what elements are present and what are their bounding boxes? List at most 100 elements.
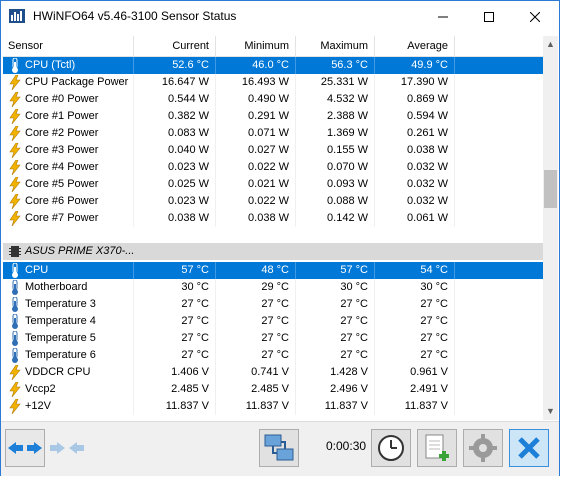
cell-sensor: Core #1 Power xyxy=(3,108,134,125)
table-row[interactable]: CPU (Tctl) 52.6 °C 46.0 °C 56.3 °C 49.9 °C xyxy=(3,57,543,74)
cell-minimum: 0.490 W xyxy=(216,91,296,108)
column-header-maximum[interactable]: Maximum xyxy=(296,36,375,56)
cell-average: 0.032 W xyxy=(375,176,455,193)
cell-sensor: Temperature 5 xyxy=(3,330,134,347)
table-row[interactable]: Core #2 Power 0.083 W 0.071 W 1.369 W 0.261 … xyxy=(3,125,543,142)
table-row[interactable]: Core #7 Power 0.038 W 0.038 W 0.142 W 0.061 … xyxy=(3,210,543,227)
close-x-icon xyxy=(518,437,540,459)
scroll-down-arrow-icon[interactable]: ▼ xyxy=(543,403,558,420)
cell-current: 27 °C xyxy=(134,330,216,347)
cell-current: 0.038 W xyxy=(134,210,216,227)
cell-sensor: CPU xyxy=(3,262,134,279)
cell-maximum: 27 °C xyxy=(296,330,375,347)
close-sensors-button[interactable] xyxy=(509,429,549,467)
table-row[interactable]: CPU 57 °C 48 °C 57 °C 54 °C xyxy=(3,262,543,279)
cell-average: 0.594 W xyxy=(375,108,455,125)
table-row[interactable]: Temperature 3 27 °C 27 °C 27 °C 27 °C xyxy=(3,296,543,313)
table-row[interactable]: Core #5 Power 0.025 W 0.021 W 0.093 W 0.032 … xyxy=(3,176,543,193)
table-row[interactable]: Temperature 6 27 °C 27 °C 27 °C 27 °C xyxy=(3,347,543,364)
cell-maximum: 11.837 V xyxy=(296,398,375,415)
table-row[interactable]: Core #4 Power 0.023 W 0.022 W 0.070 W 0.032 … xyxy=(3,159,543,176)
title-bar: HWiNFO64 v5.46-3100 Sensor Status xyxy=(1,1,559,32)
cell-average: 49.9 °C xyxy=(375,57,455,74)
scrollbar-thumb[interactable] xyxy=(544,170,557,208)
app-icon xyxy=(9,9,25,23)
cell-sensor: Motherboard xyxy=(3,279,134,296)
table-row[interactable]: Core #6 Power 0.023 W 0.022 W 0.088 W 0.032 … xyxy=(3,193,543,210)
arrows-left-right-icon xyxy=(8,442,42,454)
cell-maximum: 0.093 W xyxy=(296,176,375,193)
cell-average: 11.837 V xyxy=(375,398,455,415)
cell-current: 30 °C xyxy=(134,279,216,296)
table-row[interactable]: Vccp2 2.485 V 2.485 V 2.496 V 2.491 V xyxy=(3,381,543,398)
cell-minimum: 0.022 W xyxy=(216,193,296,210)
cell-maximum: 57 °C xyxy=(296,262,375,279)
cell-maximum: 1.369 W xyxy=(296,125,375,142)
log-file-button[interactable] xyxy=(417,429,457,467)
cell-current: 27 °C xyxy=(134,313,216,330)
maximize-button[interactable] xyxy=(466,1,512,32)
cell-maximum: 25.331 W xyxy=(296,74,375,91)
cell-maximum: 2.388 W xyxy=(296,108,375,125)
cell-minimum: 0.741 V xyxy=(216,364,296,381)
cell-minimum: 27 °C xyxy=(216,347,296,364)
cell-current: 0.040 W xyxy=(134,142,216,159)
column-header-minimum[interactable]: Minimum xyxy=(216,36,296,56)
close-button[interactable] xyxy=(512,1,558,32)
minimize-button[interactable] xyxy=(420,1,466,32)
cell-sensor: Core #4 Power xyxy=(3,159,134,176)
chip-icon xyxy=(9,246,21,257)
clock-icon xyxy=(378,435,404,461)
cell-current: 11.837 V xyxy=(134,398,216,415)
cell-sensor: CPU (Tctl) xyxy=(3,57,134,74)
network-button[interactable] xyxy=(259,429,299,467)
network-icon xyxy=(264,434,294,461)
close-icon xyxy=(530,11,540,22)
cell-maximum: 56.3 °C xyxy=(296,57,375,74)
cell-average: 27 °C xyxy=(375,313,455,330)
table-row[interactable]: Core #3 Power 0.040 W 0.027 W 0.155 W 0.038 … xyxy=(3,142,543,159)
settings-button[interactable] xyxy=(463,429,503,467)
table-row[interactable]: +12V 11.837 V 11.837 V 11.837 V 11.837 V xyxy=(3,398,543,415)
cell-current: 0.023 W xyxy=(134,159,216,176)
table-row[interactable]: Temperature 4 27 °C 27 °C 27 °C 27 °C xyxy=(3,313,543,330)
cell-sensor: Core #7 Power xyxy=(3,210,134,227)
scroll-up-arrow-icon[interactable]: ▲ xyxy=(543,36,558,53)
reset-timer-button[interactable] xyxy=(371,429,411,467)
column-header-sensor[interactable]: Sensor xyxy=(3,36,134,56)
cell-minimum: 16.493 W xyxy=(216,74,296,91)
group-header-row[interactable]: ASUS PRIME X370-... xyxy=(3,243,543,260)
table-row[interactable]: Motherboard 30 °C 29 °C 30 °C 30 °C xyxy=(3,279,543,296)
navigate-sensors-disabled-button[interactable] xyxy=(47,429,87,467)
cell-average: 0.038 W xyxy=(375,142,455,159)
sensor-status-window: HWiNFO64 v5.46-3100 Sensor Status Sensor… xyxy=(0,0,560,476)
cell-average: 0.869 W xyxy=(375,91,455,108)
cell-minimum: 11.837 V xyxy=(216,398,296,415)
table-row[interactable]: Temperature 5 27 °C 27 °C 27 °C 27 °C xyxy=(3,330,543,347)
cell-current: 0.025 W xyxy=(134,176,216,193)
cell-sensor: Temperature 4 xyxy=(3,313,134,330)
cell-minimum: 0.021 W xyxy=(216,176,296,193)
cell-current: 27 °C xyxy=(134,347,216,364)
table-header: Sensor Current Minimum Maximum Average xyxy=(3,36,543,57)
cell-minimum: 0.071 W xyxy=(216,125,296,142)
cell-minimum: 29 °C xyxy=(216,279,296,296)
cell-maximum: 0.142 W xyxy=(296,210,375,227)
sensor-table: Sensor Current Minimum Maximum Average C… xyxy=(3,36,543,420)
navigate-sensors-button[interactable] xyxy=(5,429,45,467)
cell-sensor: Temperature 6 xyxy=(3,347,134,364)
cell-average: 30 °C xyxy=(375,279,455,296)
column-header-current[interactable]: Current xyxy=(134,36,216,56)
table-row[interactable]: Core #0 Power 0.544 W 0.490 W 4.532 W 0.869 … xyxy=(3,91,543,108)
cell-sensor: +12V xyxy=(3,398,134,415)
vertical-scrollbar[interactable]: ▲ ▼ xyxy=(543,36,558,420)
table-row[interactable]: Core #1 Power 0.382 W 0.291 W 2.388 W 0.594 … xyxy=(3,108,543,125)
cell-current: 0.083 W xyxy=(134,125,216,142)
table-row[interactable]: VDDCR CPU 1.406 V 0.741 V 1.428 V 0.961 V xyxy=(3,364,543,381)
cell-current: 0.544 W xyxy=(134,91,216,108)
cell-average: 54 °C xyxy=(375,262,455,279)
cell-sensor: CPU Package Power xyxy=(3,74,134,91)
column-header-average[interactable]: Average xyxy=(375,36,455,56)
table-row[interactable]: CPU Package Power 16.647 W 16.493 W 25.331 … xyxy=(3,74,543,91)
bottom-toolbar: 0:00:30 xyxy=(1,421,559,476)
